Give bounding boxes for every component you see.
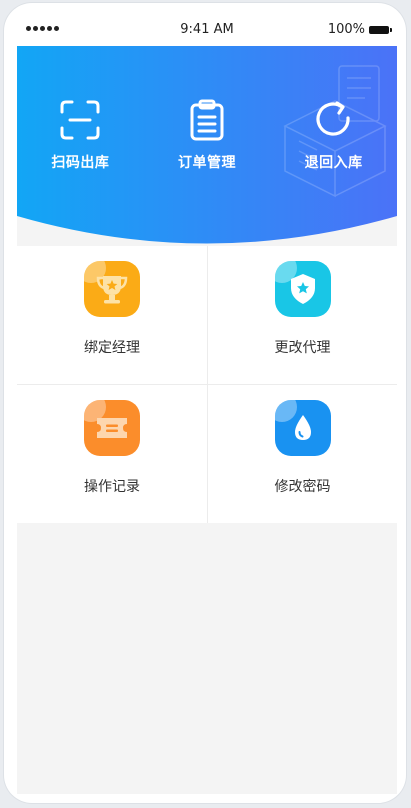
bind-manager-label: 绑定经理 — [84, 340, 140, 356]
refresh-icon — [310, 96, 358, 144]
phone-frame: 9:41 AM 100% 扫码出库 订单管理 退回入库 绑定经理 更改代理 操作… — [4, 3, 406, 803]
scan-icon — [56, 96, 104, 144]
shield-star-icon — [274, 261, 331, 317]
change-agent-label: 更改代理 — [274, 340, 331, 356]
water-drop-icon — [274, 400, 331, 456]
ticket-icon — [84, 400, 140, 456]
change-password-label: 修改密码 — [274, 479, 331, 495]
scan-out-button[interactable]: 扫码出库 — [17, 46, 144, 216]
return-in-button[interactable]: 退回入库 — [270, 46, 397, 216]
return-in-label: 退回入库 — [304, 155, 363, 171]
scan-out-label: 扫码出库 — [51, 155, 110, 171]
battery-percent: 100% — [327, 22, 365, 37]
clipboard-icon — [183, 96, 231, 144]
header-banner: 扫码出库 订单管理 退回入库 — [17, 46, 397, 246]
bind-manager-item[interactable]: 绑定经理 — [17, 246, 207, 384]
change-password-item[interactable]: 修改密码 — [207, 384, 397, 523]
change-agent-item[interactable]: 更改代理 — [207, 246, 397, 384]
battery-indicator: 100% — [327, 22, 392, 37]
operation-log-item[interactable]: 操作记录 — [17, 384, 207, 523]
menu-grid: 绑定经理 更改代理 操作记录 修改密码 — [17, 246, 397, 523]
quick-actions: 扫码出库 订单管理 退回入库 — [17, 46, 397, 216]
trophy-icon — [84, 261, 140, 317]
order-management-button[interactable]: 订单管理 — [144, 46, 271, 216]
app-screen: 9:41 AM 100% 扫码出库 订单管理 退回入库 绑定经理 更改代理 操作… — [17, 14, 397, 794]
order-management-label: 订单管理 — [178, 155, 236, 171]
operation-log-label: 操作记录 — [84, 479, 140, 495]
battery-icon — [369, 25, 392, 34]
status-bar: 9:41 AM 100% — [17, 14, 397, 46]
